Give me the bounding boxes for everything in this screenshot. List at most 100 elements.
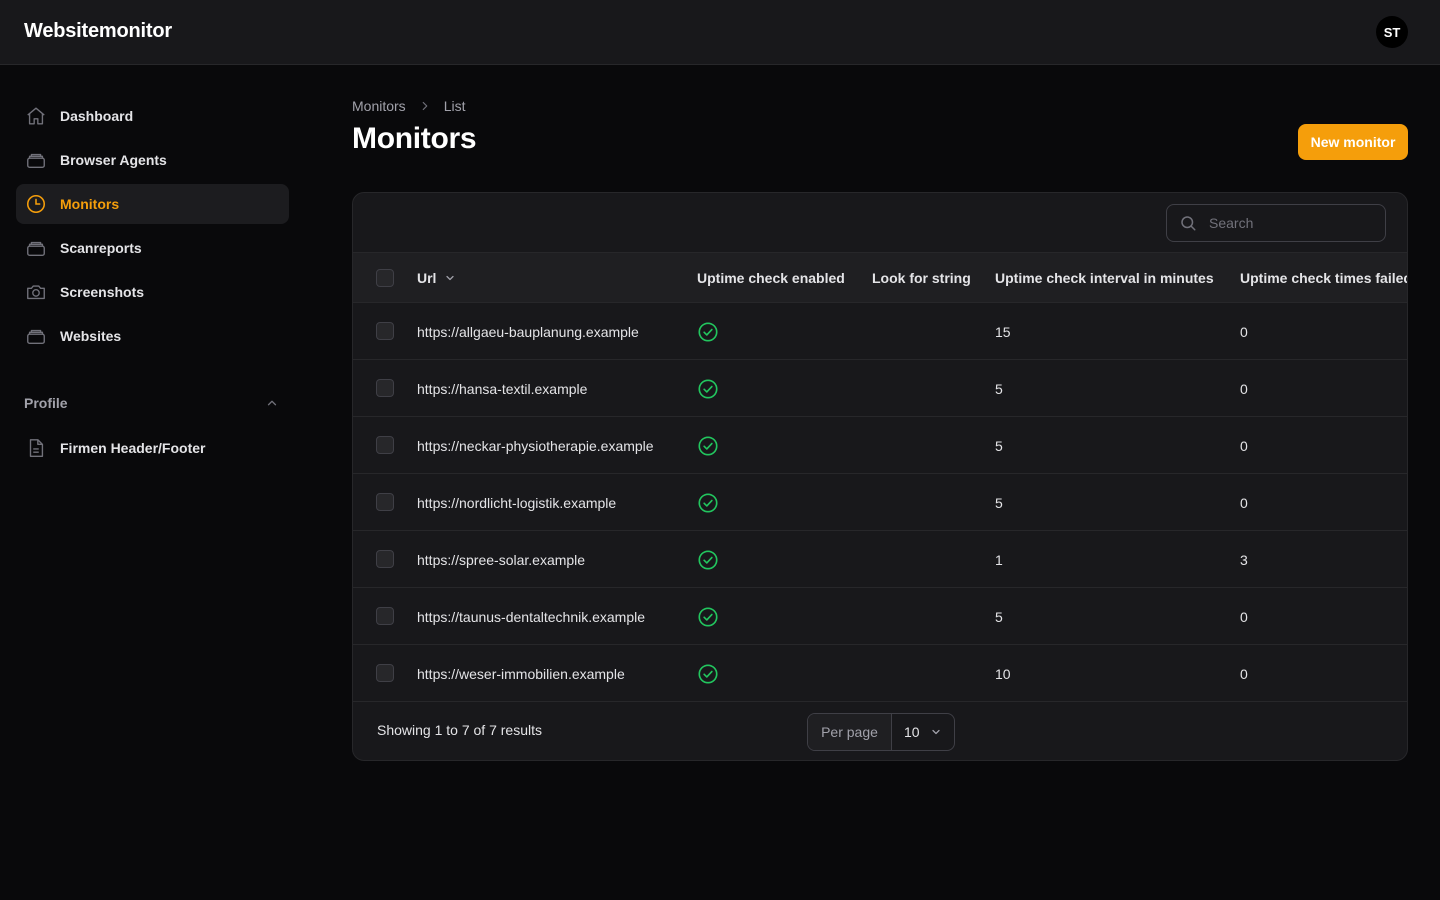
per-page-control: Per page 10 [807, 713, 955, 751]
column-header-times-failed: Uptime check times failed [1240, 270, 1408, 286]
per-page-value: 10 [904, 724, 920, 740]
sidebar-item-monitors[interactable]: Monitors [16, 184, 289, 224]
sidebar-item-screenshots[interactable]: Screenshots [16, 272, 289, 312]
per-page-select[interactable]: 10 [892, 714, 954, 750]
row-interval: 15 [995, 323, 1011, 340]
sidebar-item-dashboard[interactable]: Dashboard [16, 96, 289, 136]
table-row[interactable]: https://weser-immobilien.example 10 0 [353, 645, 1407, 702]
sidebar-item-label: Firmen Header/Footer [60, 440, 206, 456]
row-uptime-enabled [697, 645, 719, 702]
sidebar-item-browser-agents[interactable]: Browser Agents [16, 140, 289, 180]
sidebar-item-label: Screenshots [60, 284, 145, 300]
sidebar-item-label: Browser Agents [60, 152, 167, 168]
row-interval: 5 [995, 437, 1003, 454]
row-interval: 10 [995, 665, 1011, 682]
row-uptime-enabled [697, 360, 719, 417]
column-header-look-for-string: Look for string [872, 270, 971, 286]
clock-icon [24, 192, 48, 216]
sidebar-item-label: Monitors [60, 196, 120, 212]
row-times-failed: 0 [1240, 437, 1248, 454]
breadcrumb-monitors[interactable]: Monitors [352, 98, 406, 114]
sidebar-item-label: Scanreports [60, 240, 142, 256]
chevron-down-icon [930, 726, 942, 738]
sidebar-item-firmen-header-footer[interactable]: Firmen Header/Footer [16, 428, 289, 468]
row-checkbox[interactable] [376, 322, 394, 340]
chevron-down-icon [444, 272, 456, 284]
row-interval: 1 [995, 551, 1003, 568]
check-circle-icon [697, 321, 719, 343]
row-url[interactable]: https://neckar-physiotherapie.example [417, 417, 654, 474]
page-title: Monitors [352, 122, 477, 155]
row-checkbox[interactable] [376, 379, 394, 397]
row-url[interactable]: https://weser-immobilien.example [417, 645, 625, 702]
user-avatar[interactable]: ST [1376, 16, 1408, 48]
sidebar: Dashboard Browser Agents Monitors Scanre… [0, 65, 305, 900]
breadcrumb-list: List [443, 98, 466, 114]
column-header-label: Url [417, 270, 437, 286]
check-circle-icon [697, 549, 719, 571]
pagination-summary: Showing 1 to 7 of 7 results [377, 722, 542, 738]
row-url[interactable]: https://hansa-textil.example [417, 360, 587, 417]
row-url[interactable]: https://allgaeu-bauplanung.example [417, 303, 639, 360]
row-interval: 5 [995, 380, 1003, 397]
sidebar-item-scanreports[interactable]: Scanreports [16, 228, 289, 268]
row-interval: 5 [995, 608, 1003, 625]
monitors-table: Url Uptime check enabled Look for string… [352, 192, 1408, 761]
table-row[interactable]: https://spree-solar.example 1 3 [353, 531, 1407, 588]
table-row[interactable]: https://hansa-textil.example 5 0 [353, 360, 1407, 417]
sidebar-group-profile[interactable]: Profile [24, 387, 281, 419]
row-uptime-enabled [697, 588, 719, 645]
column-header-url[interactable]: Url [417, 253, 456, 303]
camera-icon [24, 280, 48, 304]
new-monitor-button[interactable]: New monitor [1298, 124, 1408, 160]
home-icon [24, 104, 48, 128]
stack-icon [24, 324, 48, 348]
chevron-up-icon[interactable] [265, 395, 281, 411]
row-uptime-enabled [697, 303, 719, 360]
row-checkbox[interactable] [376, 550, 394, 568]
app-brand[interactable]: Websitemonitor [24, 20, 172, 43]
row-url[interactable]: https://taunus-dentaltechnik.example [417, 588, 645, 645]
row-uptime-enabled [697, 474, 719, 531]
row-uptime-enabled [697, 531, 719, 588]
row-times-failed: 0 [1240, 323, 1248, 340]
sidebar-item-label: Websites [60, 328, 122, 344]
table-toolbar [353, 193, 1407, 253]
table-row[interactable]: https://allgaeu-bauplanung.example 15 0 [353, 303, 1407, 360]
row-checkbox[interactable] [376, 607, 394, 625]
top-bar: Websitemonitor ST [0, 0, 1440, 65]
document-icon [24, 436, 48, 460]
column-header-uptime-enabled: Uptime check enabled [697, 270, 845, 286]
column-header-interval: Uptime check interval in minutes [995, 270, 1214, 286]
breadcrumb: Monitors List [352, 96, 465, 116]
check-circle-icon [697, 606, 719, 628]
search-icon [1179, 213, 1199, 233]
sidebar-item-websites[interactable]: Websites [16, 316, 289, 356]
stack-icon [24, 236, 48, 260]
table-row[interactable]: https://neckar-physiotherapie.example 5 0 [353, 417, 1407, 474]
row-checkbox[interactable] [376, 436, 394, 454]
check-circle-icon [697, 663, 719, 685]
row-checkbox[interactable] [376, 493, 394, 511]
sidebar-item-label: Dashboard [60, 108, 134, 124]
check-circle-icon [697, 435, 719, 457]
sidebar-group-label: Profile [24, 395, 68, 411]
table-row[interactable]: https://taunus-dentaltechnik.example 5 0 [353, 588, 1407, 645]
row-times-failed: 3 [1240, 551, 1248, 568]
row-checkbox[interactable] [376, 664, 394, 682]
per-page-label: Per page [808, 714, 892, 750]
row-times-failed: 0 [1240, 608, 1248, 625]
search-input[interactable] [1209, 215, 1369, 231]
search-field[interactable] [1166, 204, 1386, 242]
check-circle-icon [697, 492, 719, 514]
table-row[interactable]: https://nordlicht-logistik.example 5 0 [353, 474, 1407, 531]
row-times-failed: 0 [1240, 494, 1248, 511]
check-circle-icon [697, 378, 719, 400]
row-times-failed: 0 [1240, 665, 1248, 682]
row-interval: 5 [995, 494, 1003, 511]
row-url[interactable]: https://nordlicht-logistik.example [417, 474, 616, 531]
row-times-failed: 0 [1240, 380, 1248, 397]
stack-icon [24, 148, 48, 172]
row-url[interactable]: https://spree-solar.example [417, 531, 585, 588]
select-all-checkbox[interactable] [376, 269, 394, 287]
